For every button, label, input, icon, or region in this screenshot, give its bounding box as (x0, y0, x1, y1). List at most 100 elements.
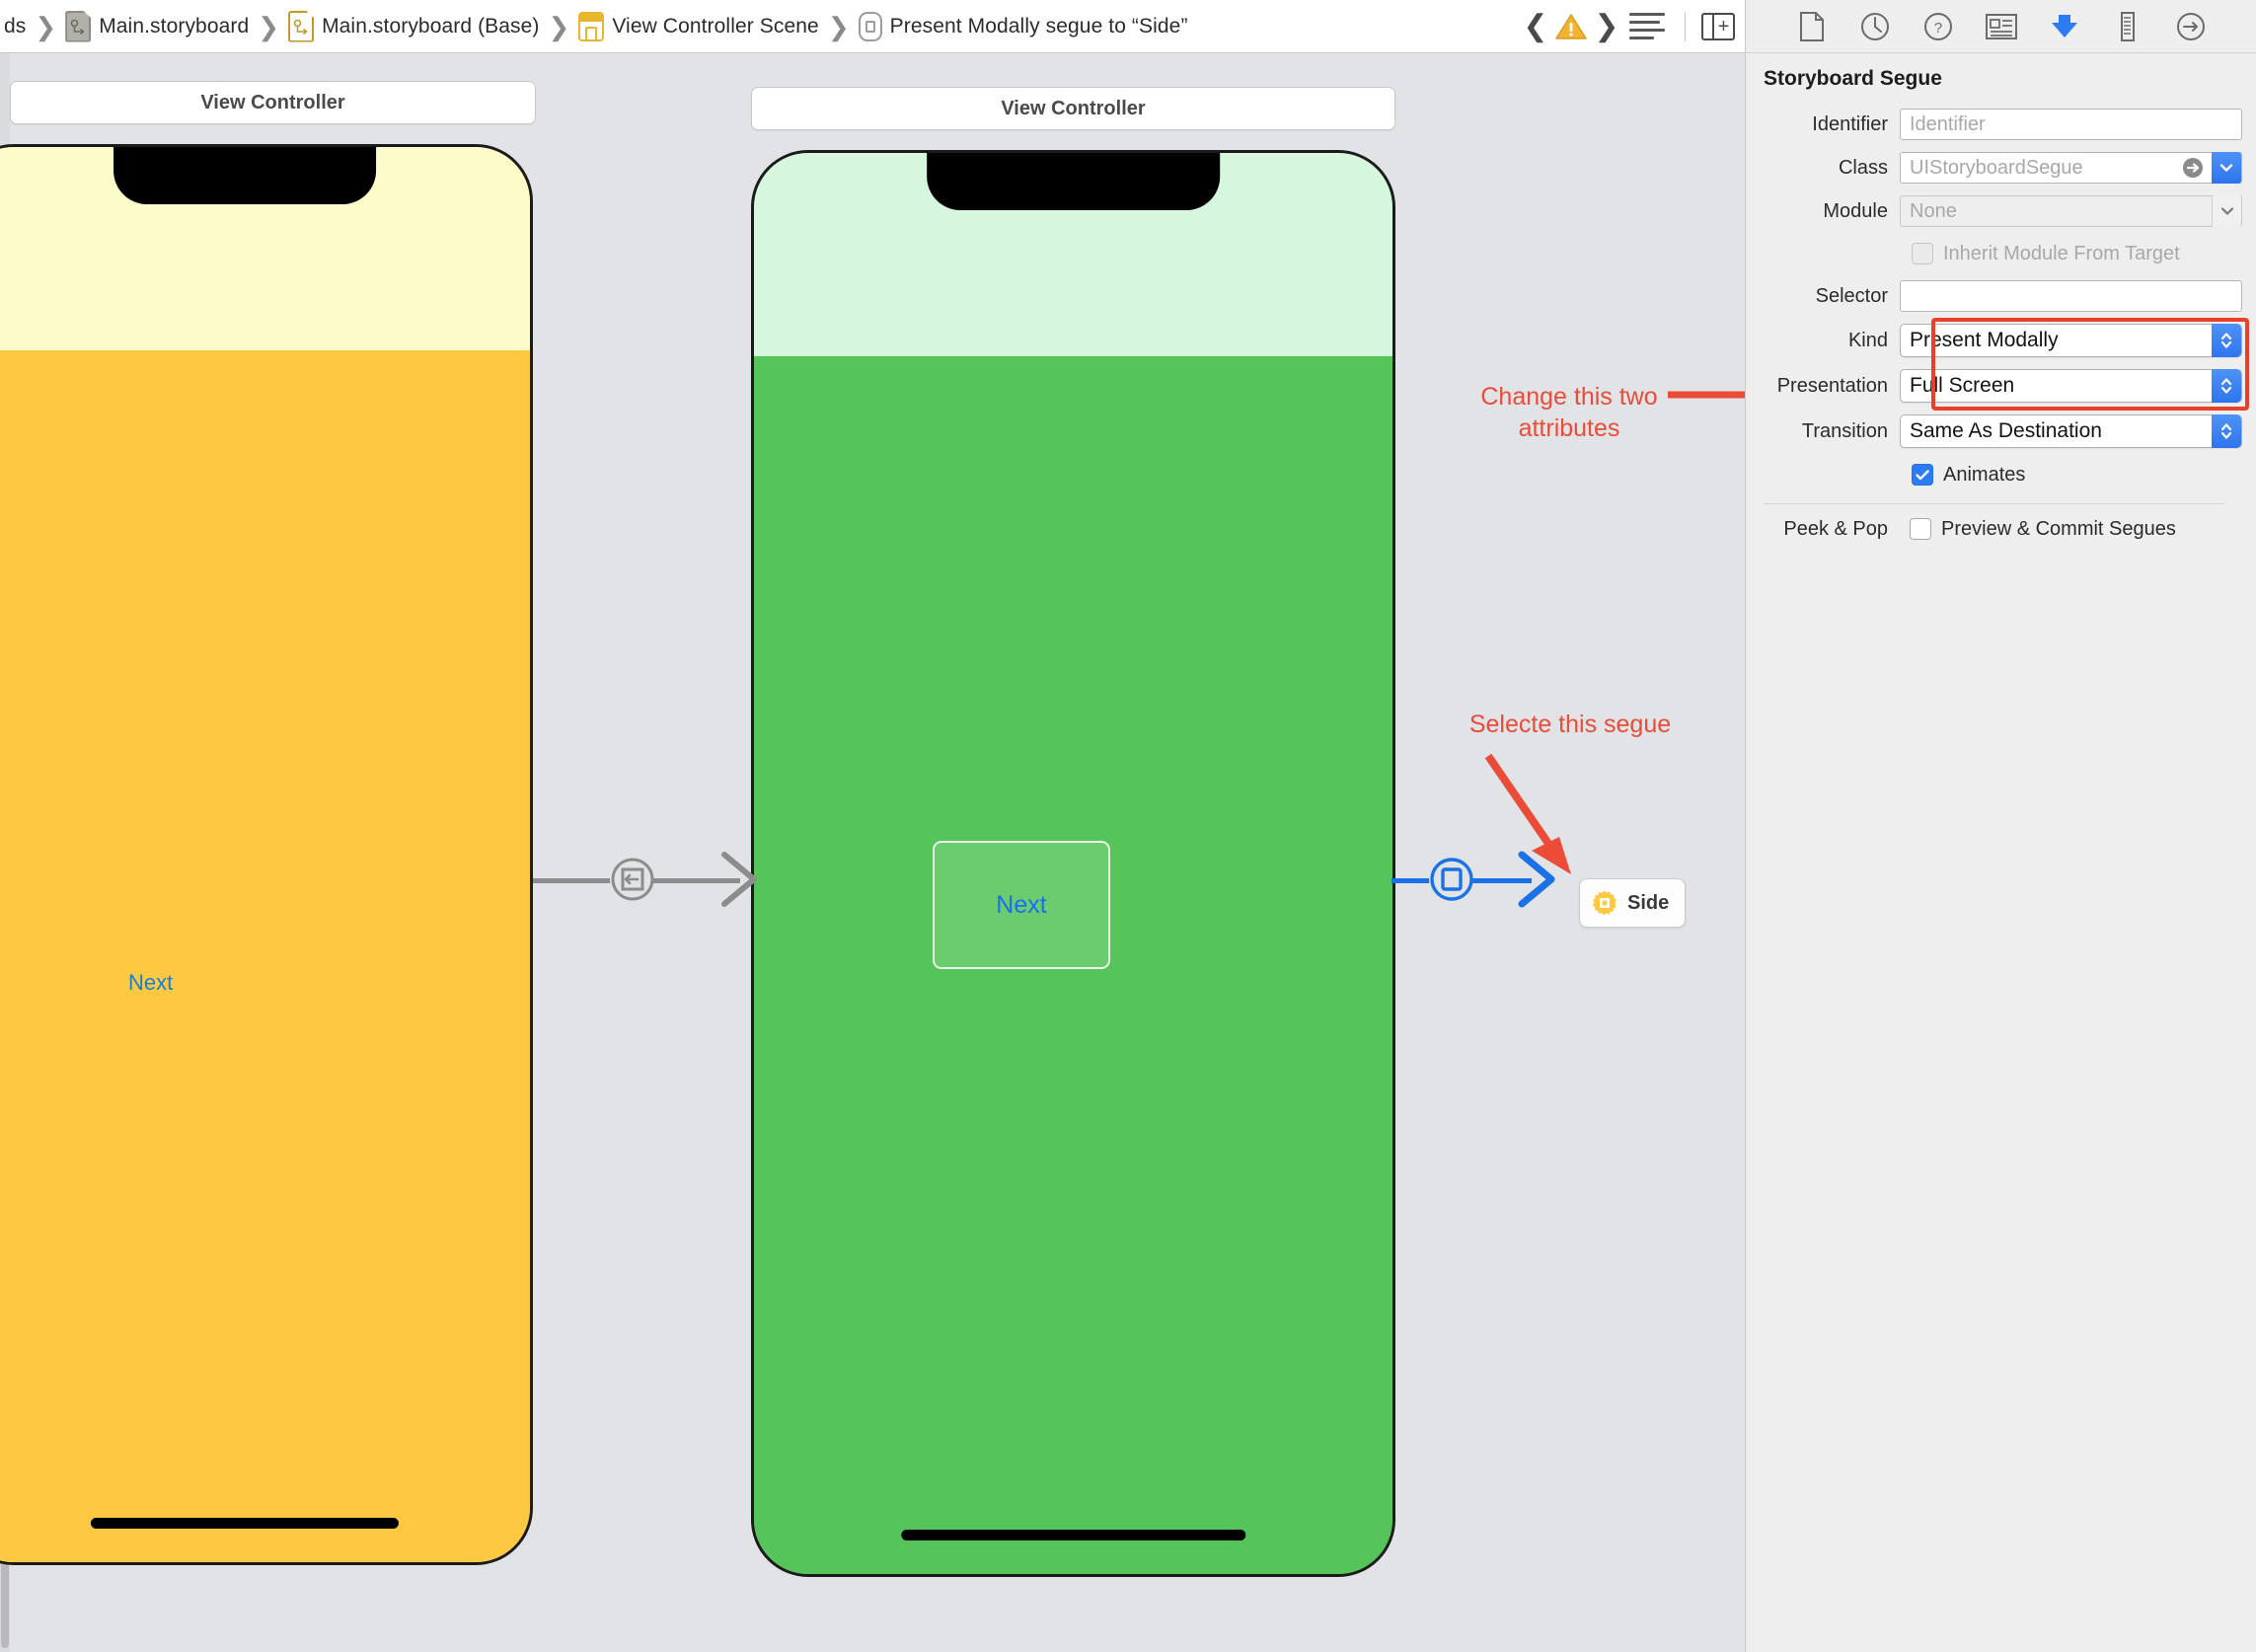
inherit-module-row: Inherit Module From Target (1746, 233, 2242, 274)
jump-to-definition-icon[interactable] (2182, 157, 2204, 179)
storyboard-file-gray-icon (65, 10, 92, 42)
jump-bar-controls: ❮ ❯ + (1519, 7, 1745, 46)
breadcrumb-item-view-controller-scene[interactable]: View Controller Scene (578, 11, 819, 41)
scene-yellow-device[interactable]: Next (0, 144, 533, 1565)
presentation-value: Full Screen (1910, 374, 2015, 397)
transition-stepper-icon[interactable] (2212, 414, 2241, 448)
breadcrumb-item-segue[interactable]: Present Modally segue to “Side” (858, 11, 1188, 41)
breadcrumb-label: Main.storyboard (99, 14, 250, 38)
attributes-inspector-icon[interactable] (2048, 10, 2081, 43)
annotation-change-attributes: Change this two attributes (1441, 381, 1697, 444)
breadcrumb-separator: ❯ (827, 11, 850, 41)
module-combo[interactable]: None (1900, 195, 2242, 227)
inspector-fields: Identifier Identifier Class UIStoryboard… (1746, 103, 2256, 550)
animates-label: Animates (1943, 463, 2026, 486)
identifier-input[interactable]: Identifier (1900, 109, 2242, 140)
annotation-arrow-to-attributes (1668, 391, 1745, 399)
breadcrumb-separator: ❯ (258, 11, 280, 41)
warning-triangle-icon[interactable] (1554, 12, 1588, 41)
size-inspector-icon[interactable] (2111, 10, 2144, 43)
xcode-interface-builder-window: ds ❯ Main.storyboard ❯ Main.storyboard (… (0, 0, 2256, 1652)
breadcrumb-item-main-storyboard-base[interactable]: Main.storyboard (Base) (288, 10, 539, 42)
quick-help-inspector-icon[interactable]: ? (1921, 10, 1955, 43)
previous-issue-button[interactable]: ❮ (1519, 7, 1552, 46)
transition-popup-button[interactable]: Same As Destination (1900, 414, 2242, 448)
class-row: Class UIStoryboardSegue (1746, 146, 2242, 189)
scene-green-device[interactable]: Back Next (751, 150, 1395, 1577)
inspector-section-title: Storyboard Segue (1764, 67, 1942, 90)
jump-bar: ds ❯ Main.storyboard ❯ Main.storyboard (… (0, 0, 1745, 53)
identifier-label: Identifier (1812, 113, 1888, 135)
breadcrumb-item-main-storyboard[interactable]: Main.storyboard (65, 10, 250, 42)
class-dropdown-caret[interactable] (2212, 152, 2241, 184)
kind-value: Present Modally (1910, 329, 2059, 351)
show-segue-connector[interactable] (533, 843, 760, 918)
connections-inspector-icon[interactable] (2174, 10, 2208, 43)
identifier-row: Identifier Identifier (1746, 103, 2242, 146)
presentation-row: Presentation Full Screen (1746, 363, 2242, 409)
inherit-module-label: Inherit Module From Target (1943, 242, 2180, 264)
preview-commit-segues-label: Preview & Commit Segues (1941, 517, 2176, 540)
class-value: UIStoryboardSegue (1910, 156, 2083, 179)
selector-label: Selector (1815, 284, 1888, 307)
identity-inspector-icon[interactable] (1985, 10, 2018, 43)
device-notch (113, 147, 376, 204)
storyboard-reference-label: Side (1627, 891, 1670, 914)
presentation-popup-button[interactable]: Full Screen (1900, 369, 2242, 403)
breadcrumb-item-0[interactable]: ds (4, 15, 26, 38)
storyboard-file-icon (288, 10, 315, 42)
device-notch (926, 153, 1221, 210)
toolbar-divider (1685, 11, 1686, 41)
inherit-module-checkbox[interactable] (1912, 243, 1933, 264)
yellow-next-label[interactable]: Next (128, 970, 173, 996)
yellow-content-view (0, 350, 530, 1562)
presentation-stepper-icon[interactable] (2212, 369, 2241, 403)
kind-stepper-icon[interactable] (2212, 324, 2241, 357)
view-controller-scene-icon (578, 11, 605, 41)
selector-row: Selector (1746, 274, 2242, 318)
animates-row: Animates (1746, 454, 2242, 495)
segue-arrowhead (721, 852, 757, 907)
animates-checkbox[interactable] (1912, 464, 1933, 486)
history-inspector-icon[interactable] (1858, 10, 1892, 43)
home-indicator (900, 1530, 1246, 1540)
class-label: Class (1838, 156, 1888, 179)
segue-line (533, 878, 618, 883)
class-combo[interactable]: UIStoryboardSegue (1900, 152, 2242, 184)
storyboard-reference-icon (1591, 889, 1618, 917)
breadcrumb: ds ❯ Main.storyboard ❯ Main.storyboard (… (0, 10, 1519, 42)
show-segue-node[interactable] (610, 857, 655, 902)
kind-popup-button[interactable]: Present Modally (1900, 324, 2242, 357)
breadcrumb-label: View Controller Scene (612, 14, 819, 38)
module-dropdown-caret[interactable] (2212, 195, 2241, 227)
green-next-button[interactable]: Next (933, 841, 1110, 969)
annotation-select-segue: Selecte this segue (1441, 709, 1699, 740)
transition-row: Transition Same As Destination (1746, 409, 2242, 454)
selector-input[interactable] (1900, 280, 2242, 312)
transition-label: Transition (1801, 419, 1888, 442)
breadcrumb-label: ds (4, 14, 27, 38)
file-inspector-icon[interactable] (1795, 10, 1829, 43)
module-value: None (1910, 199, 1957, 222)
peek-pop-label: Peek & Pop (1783, 517, 1888, 540)
scene-title-yellow[interactable]: View Controller (10, 81, 536, 124)
breadcrumb-separator: ❯ (35, 11, 57, 41)
annotation-line: Change this two (1480, 383, 1658, 411)
scene-title-label: View Controller (200, 91, 345, 113)
preview-commit-segues-checkbox[interactable] (1910, 518, 1931, 540)
next-issue-button[interactable]: ❯ (1590, 7, 1623, 46)
transition-value: Same As Destination (1910, 419, 2102, 442)
segue-icon (858, 11, 882, 41)
toggle-inspector-icon[interactable]: + (1701, 12, 1735, 40)
present-modally-segue-node[interactable] (1429, 857, 1474, 902)
scene-title-green[interactable]: View Controller (751, 87, 1395, 130)
inspector-toolbar: ? (1746, 0, 2256, 53)
assistant-editor-icon[interactable] (1625, 12, 1669, 41)
annotation-line: Selecte this segue (1468, 711, 1672, 738)
green-next-label: Next (996, 890, 1047, 919)
presentation-label: Presentation (1776, 374, 1888, 397)
peek-pop-row: Peek & Pop Preview & Commit Segues (1746, 508, 2242, 550)
storyboard-canvas[interactable]: View Controller Next View Controller Nex… (0, 53, 1745, 1652)
storyboard-reference-side[interactable]: Side (1579, 878, 1687, 928)
annotation-arrow-to-segue (1484, 753, 1571, 874)
